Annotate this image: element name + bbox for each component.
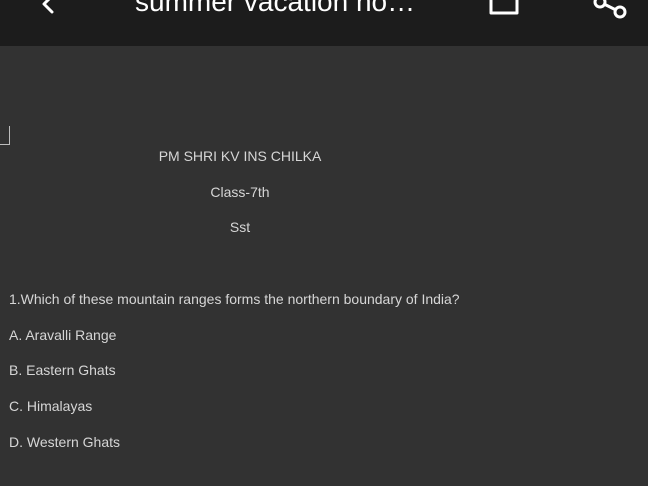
share-icon (593, 0, 627, 19)
page-corner-mark (0, 126, 10, 145)
back-arrow-icon (42, 0, 54, 14)
class-label: Class-7th (210, 184, 270, 200)
option-b: B. Eastern Ghats (9, 362, 116, 378)
option-a: A. Aravalli Range (9, 327, 117, 343)
share-button[interactable] (588, 0, 632, 20)
option-c: C. Himalayas (9, 398, 93, 414)
school-name: PM SHRI KV INS CHILKA (158, 148, 322, 164)
document-page: PM SHRI KV INS CHILKA Class-7th Sst 1.Wh… (0, 46, 648, 486)
document-title: summer vacation ho… (135, 0, 416, 17)
subject-label: Sst (229, 219, 251, 235)
question-text: 1.Which of these mountain ranges forms t… (9, 291, 460, 307)
option-d: D. Western Ghats (9, 434, 121, 450)
back-button[interactable] (30, 0, 66, 18)
save-icon (489, 0, 519, 15)
top-toolbar: summer vacation ho… (0, 0, 648, 46)
save-button[interactable] (486, 0, 522, 16)
